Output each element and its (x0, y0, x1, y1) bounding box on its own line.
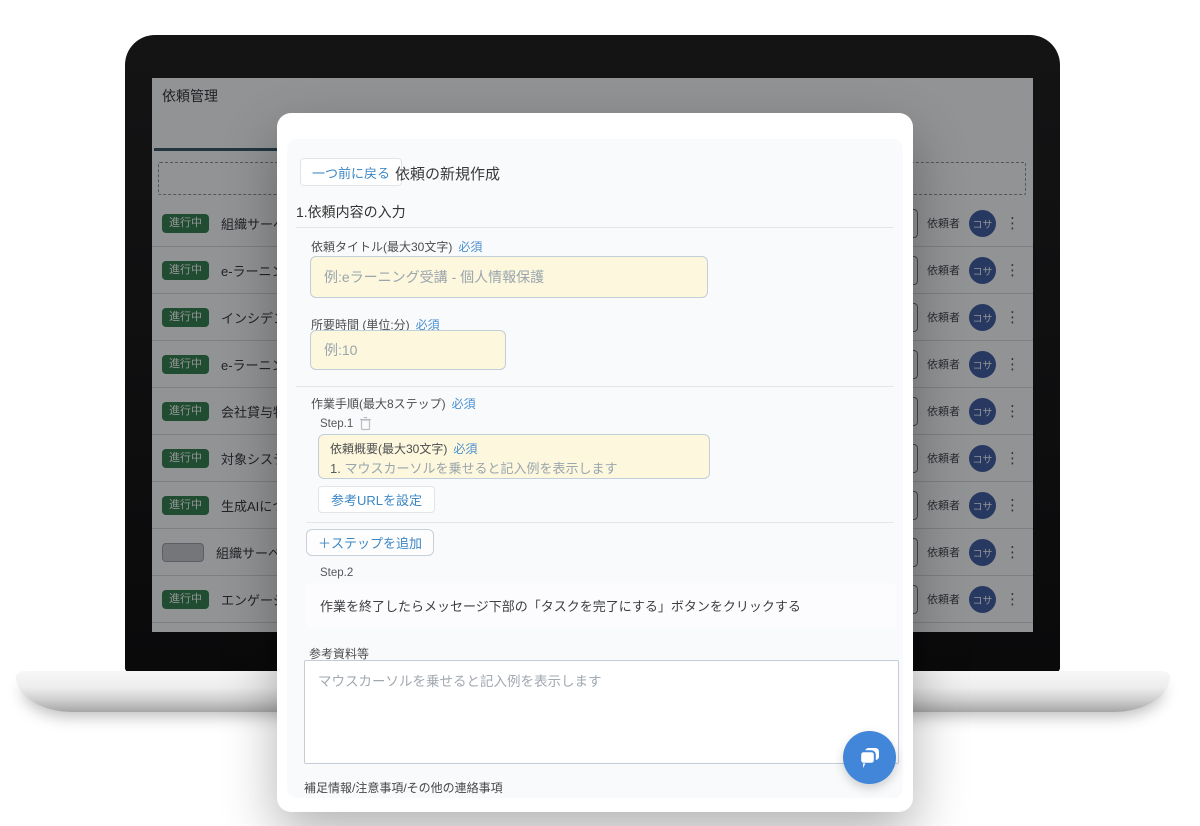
step2-label: Step.2 (320, 567, 353, 579)
request-title-input[interactable] (310, 256, 708, 298)
back-button[interactable]: 一つ前に戻る (300, 158, 402, 186)
divider (296, 227, 894, 228)
add-step-button[interactable]: ＋ステップを追加 (306, 529, 434, 556)
required-badge: 必須 (452, 397, 476, 411)
step2-fixed-row: 作業を終了したらメッセージ下部の「タスクを完了にする」ボタンをクリックする (306, 583, 896, 628)
delete-step-icon[interactable] (359, 416, 372, 431)
required-badge: 必須 (453, 442, 477, 456)
required-badge: 必須 (458, 240, 482, 254)
step1-overview-label: 依頼概要(最大30文字)必須 (330, 440, 698, 457)
page-background: 依頼管理 進行中 組織サーベイ回 複製作成 依頼者 コサ ⋮ 進行中 e-ラーニ… (0, 0, 1200, 826)
step1-label: Step.1 (320, 416, 372, 431)
step2-text: 作業を終了したらメッセージ下部の「タスクを完了にする」ボタンをクリックする (320, 596, 801, 615)
new-request-modal: 一つ前に戻る 依頼の新規作成 1.依頼内容の入力 依頼タイトル(最大30文字)必… (277, 113, 913, 812)
duration-input[interactable] (310, 330, 506, 370)
section-title: 1.依頼内容の入力 (296, 202, 406, 222)
modal-panel: 一つ前に戻る 依頼の新規作成 1.依頼内容の入力 依頼タイトル(最大30文字)必… (287, 139, 903, 798)
chat-bubble-icon (856, 745, 883, 771)
step1-overview-placeholder: 1. マウスカーソルを乗せると記入例を表示します (330, 458, 698, 477)
chat-launcher-button[interactable] (843, 731, 896, 784)
reference-materials-textarea[interactable] (304, 660, 899, 764)
modal-title: 依頼の新規作成 (395, 163, 500, 184)
divider (306, 522, 894, 523)
steps-label: 作業手順(最大8ステップ)必須 (311, 395, 476, 412)
divider (296, 386, 894, 387)
notes-label: 補足情報/注意事項/その他の連絡事項 (304, 779, 503, 796)
set-reference-url-button[interactable]: 参考URLを設定 (318, 486, 435, 513)
step1-overview-field[interactable]: 依頼概要(最大30文字)必須 1. マウスカーソルを乗せると記入例を表示します (318, 434, 710, 479)
request-title-label: 依頼タイトル(最大30文字)必須 (311, 238, 482, 255)
